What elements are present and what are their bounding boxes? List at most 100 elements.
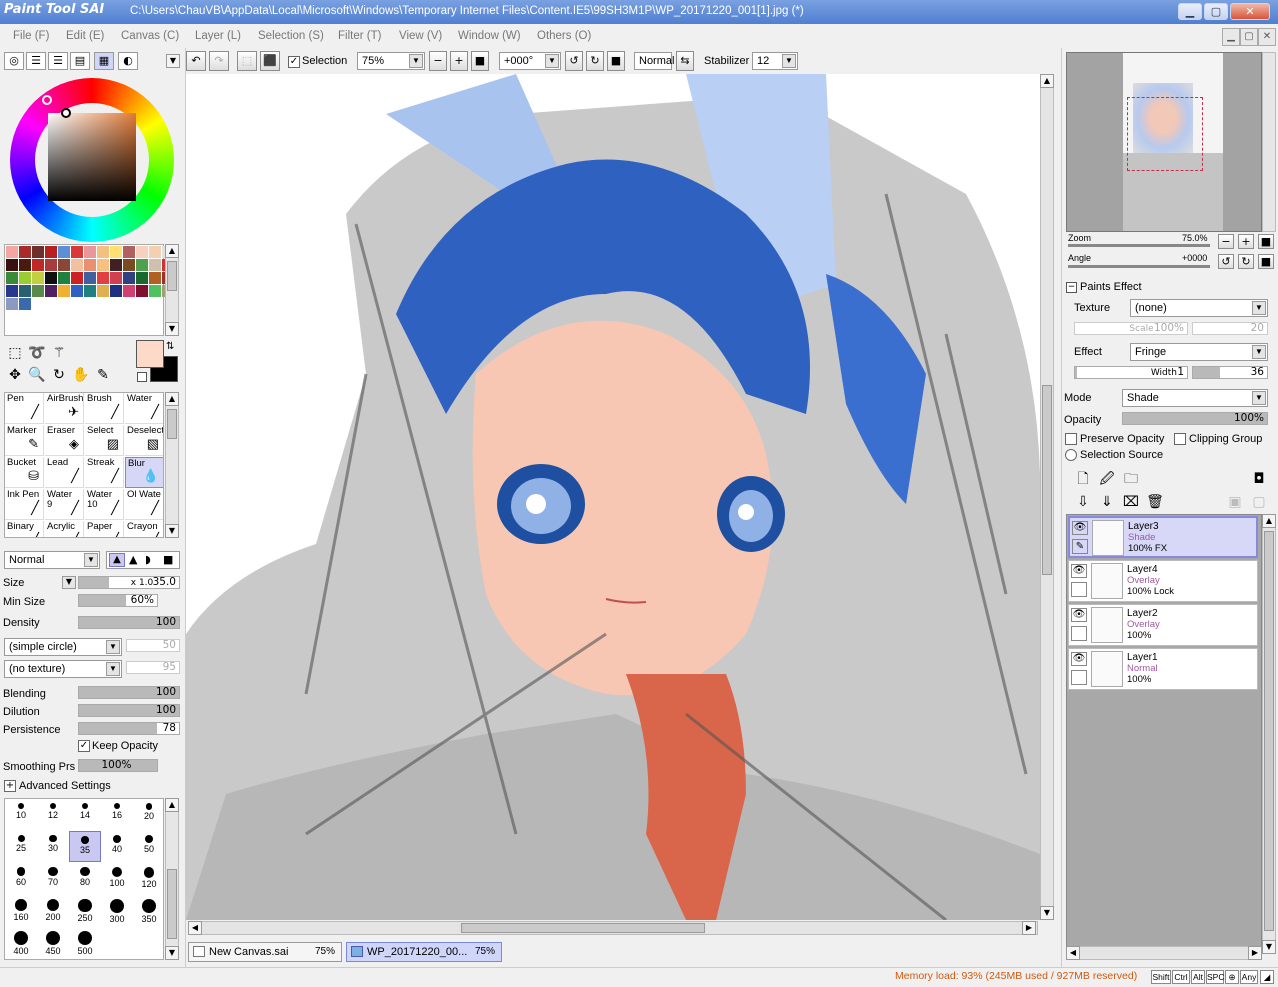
color-swatch[interactable] <box>6 285 18 297</box>
color-swatch[interactable] <box>58 285 70 297</box>
menu-others[interactable]: Others (O) <box>537 30 591 42</box>
color-swatch[interactable] <box>71 259 83 271</box>
menu-view[interactable]: View (V) <box>399 30 442 42</box>
delete-mask-icon[interactable]: ▢ <box>1250 493 1268 511</box>
texture-strength-slider[interactable]: 20 <box>1192 322 1268 335</box>
layer-row-layer4[interactable]: 👁 Layer4 Overlay 100% Lock <box>1068 560 1258 602</box>
hue-picker-handle[interactable] <box>42 95 52 105</box>
brush-tool-bucket[interactable]: Bucket ⛁ <box>5 457 44 488</box>
scroll-thumb[interactable] <box>167 409 177 439</box>
color-swatch[interactable] <box>71 246 83 258</box>
layer-mask-icon[interactable]: ◘ <box>1250 470 1268 488</box>
scroll-left-icon[interactable]: ◀ <box>188 921 202 935</box>
move-icon[interactable]: ✥ <box>6 366 24 384</box>
scroll-down-icon[interactable]: ▼ <box>165 524 179 538</box>
color-swatch[interactable] <box>123 246 135 258</box>
rotate-reset-icon[interactable]: ■ <box>607 51 625 71</box>
visibility-eye-icon[interactable]: 👁 <box>1072 521 1088 535</box>
mdi-minimize-icon[interactable]: ▁ <box>1222 28 1240 46</box>
color-swatch[interactable] <box>136 259 148 271</box>
selection-checkbox[interactable]: ✓ <box>288 56 300 68</box>
color-swatch[interactable] <box>32 272 44 284</box>
nav-rotate-reset-icon[interactable]: ■ <box>1258 254 1274 269</box>
color-swatch[interactable] <box>123 285 135 297</box>
color-swatch[interactable] <box>136 272 148 284</box>
effect-strength-slider[interactable]: 36 <box>1192 366 1268 379</box>
color-swatch[interactable] <box>58 272 70 284</box>
brush-tool-pen[interactable]: Pen ╱ <box>5 393 44 424</box>
zoom-in-icon[interactable]: + <box>450 51 468 71</box>
layer-mode-select[interactable]: Shade ▼ <box>1122 389 1268 407</box>
visibility-eye-icon[interactable]: 👁 <box>1071 608 1087 622</box>
mdi-close-icon[interactable]: ✕ <box>1258 28 1276 46</box>
menu-layer[interactable]: Layer (L) <box>195 30 241 42</box>
brush-tool-paper[interactable]: Paper╱ <box>85 521 124 537</box>
brush-size-preset[interactable]: 120 <box>133 863 165 894</box>
blend-mode-select[interactable]: Normal ▼ <box>4 551 100 569</box>
color-swatch[interactable] <box>6 259 18 271</box>
color-swatch[interactable] <box>6 272 18 284</box>
brush-size-preset[interactable]: 100 <box>101 863 133 894</box>
maximize-button[interactable]: ▢ <box>1204 3 1228 20</box>
color-swatch[interactable] <box>58 259 70 271</box>
layer-row-layer2[interactable]: 👁 Layer2 Overlay 100% <box>1068 604 1258 646</box>
brush-size-preset[interactable]: 30 <box>37 831 69 862</box>
trash-icon[interactable]: 🗑 <box>1146 493 1164 511</box>
brush-tool-airbrush[interactable]: AirBrush ✈ <box>45 393 84 424</box>
angle-select[interactable]: +000° ▼ <box>499 52 561 70</box>
brush-tool-crayon[interactable]: Crayon╱ <box>125 521 163 537</box>
blending-slider[interactable]: 100 <box>78 686 180 699</box>
paper-texture-select[interactable]: (none) ▼ <box>1130 299 1268 317</box>
visibility-eye-icon[interactable]: 👁 <box>1071 652 1087 666</box>
color-swatch[interactable] <box>84 272 96 284</box>
shape-square-icon[interactable]: ■ <box>163 553 173 566</box>
scroll-up-icon[interactable]: ▲ <box>165 798 179 812</box>
scroll-thumb[interactable] <box>1264 531 1274 931</box>
new-layer-icon[interactable]: 🗋 <box>1074 470 1092 488</box>
brush-tool-acrylic[interactable]: Acrylic╱ <box>45 521 84 537</box>
minimize-button[interactable]: ▁ <box>1178 3 1202 20</box>
size-preset-scrollbar[interactable]: ▲ ▼ <box>165 798 179 960</box>
scroll-thumb[interactable] <box>1042 385 1052 575</box>
edit-pen-icon[interactable]: ✎ <box>1072 539 1088 554</box>
brush-tool-deselect[interactable]: Deselect ▧ <box>125 425 163 456</box>
nav-zoom-slider[interactable] <box>1068 244 1210 247</box>
menu-file[interactable]: File (F) <box>13 30 49 42</box>
advanced-settings-label[interactable]: Advanced Settings <box>19 780 111 792</box>
navigator-preview[interactable] <box>1066 52 1262 232</box>
nav-rotate-cw-icon[interactable]: ↻ <box>1238 254 1254 269</box>
menu-window[interactable]: Window (W) <box>458 30 521 42</box>
brush-size-preset[interactable]: 12 <box>37 799 69 830</box>
menu-edit[interactable]: Edit (E) <box>66 30 104 42</box>
brush-shape-selector[interactable]: ▲ ▲ ◗ ■ <box>106 551 180 569</box>
color-swatch[interactable] <box>97 246 109 258</box>
view-mode-select[interactable]: Normal <box>634 52 674 70</box>
merge-down-icon[interactable]: ⇓ <box>1098 493 1116 511</box>
new-folder-icon[interactable]: 🗀 <box>1122 470 1140 488</box>
texture-strength-slider[interactable]: 95 <box>126 661 180 674</box>
color-swatch[interactable] <box>149 272 161 284</box>
new-linework-layer-icon[interactable]: 🖉 <box>1098 470 1116 488</box>
expand-plus-icon[interactable]: + <box>4 780 16 792</box>
color-swatch[interactable] <box>110 246 122 258</box>
scroll-down-icon[interactable]: ▼ <box>1040 906 1054 920</box>
color-swatch[interactable] <box>123 259 135 271</box>
navigator-scrollbar[interactable] <box>1262 52 1276 232</box>
nav-rotate-ccw-icon[interactable]: ↺ <box>1218 254 1234 269</box>
layer-lock-toggle[interactable] <box>1071 582 1087 597</box>
color-swatch[interactable] <box>19 285 31 297</box>
layer-opacity-slider[interactable]: 100% <box>1122 412 1268 425</box>
rotate-cw-icon[interactable]: ↻ <box>586 51 604 71</box>
color-swatch[interactable] <box>32 259 44 271</box>
brush-size-preset[interactable]: 200 <box>37 895 69 926</box>
nav-angle-slider[interactable] <box>1068 265 1210 268</box>
deselect-icon[interactable]: ⬚ <box>237 51 257 71</box>
invert-selection-icon[interactable]: ⬛ <box>260 51 280 71</box>
keep-opacity-checkbox[interactable]: ✓ <box>78 740 90 752</box>
color-swatch[interactable] <box>123 272 135 284</box>
mixer-mode-icon[interactable]: ▤ <box>70 52 90 70</box>
color-swatch[interactable] <box>45 272 57 284</box>
brush-tool-blur[interactable]: Blur 💧 <box>125 457 163 488</box>
sv-picker-handle[interactable] <box>61 108 71 118</box>
brush-size-preset[interactable]: 14 <box>69 799 101 830</box>
